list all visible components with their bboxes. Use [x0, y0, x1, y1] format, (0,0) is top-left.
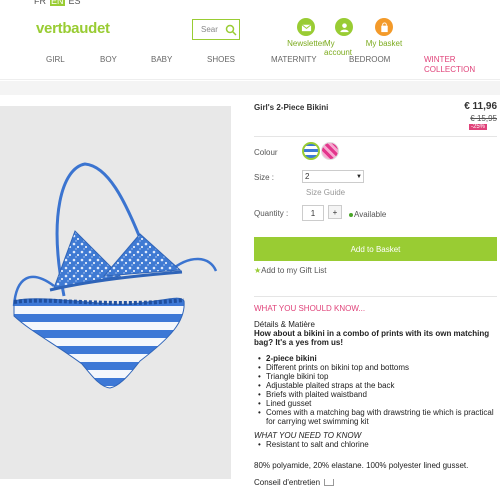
list-item: Triangle bikini top: [258, 372, 497, 381]
add-to-basket-button[interactable]: Add to Basket: [254, 237, 497, 261]
old-price: € 15,95: [470, 114, 497, 123]
search-icon[interactable]: [225, 24, 237, 36]
nav-item-shoes[interactable]: SHOES: [207, 55, 235, 65]
composition-text: 80% polyamide, 20% elastane. 100% polyes…: [254, 461, 469, 470]
quantity-field[interactable]: 1: [302, 205, 324, 221]
language-switcher: FR EN ES: [33, 0, 82, 6]
colour-label: Colour: [254, 148, 278, 157]
search-box: [192, 19, 240, 40]
size-guide-link[interactable]: Size Guide: [306, 188, 345, 197]
size-value: 2: [305, 172, 310, 181]
list-item: Adjustable plaited straps at the back: [258, 381, 497, 390]
nav-item-boy[interactable]: BOY: [100, 55, 117, 65]
list-item: Resistant to salt and chlorine: [258, 440, 497, 449]
feature-list: 2-piece bikini Different prints on bikin…: [254, 354, 497, 426]
product-price: € 11,96: [464, 101, 497, 112]
list-item: Different prints on bikini top and botto…: [258, 363, 497, 372]
product-image[interactable]: [0, 106, 231, 479]
nav-item-maternity[interactable]: MATERNITY: [271, 55, 317, 65]
quantity-label: Quantity :: [254, 209, 289, 218]
user-icon: [335, 18, 353, 36]
quantity-plus-button[interactable]: +: [328, 205, 342, 219]
nav-item-winter-collection[interactable]: WINTER COLLECTION: [424, 55, 484, 75]
gift-list-label: Add to my Gift List: [261, 266, 327, 275]
colour-swatch-blue[interactable]: [302, 142, 320, 160]
header-divider-band: [0, 81, 500, 95]
availability-status: Available: [349, 210, 386, 219]
nav-item-girl[interactable]: GIRL: [46, 55, 65, 65]
list-item: Lined gusset: [258, 399, 497, 408]
what-you-should-know-title: WHAT YOU SHOULD KNOW...: [254, 304, 366, 313]
care-advice: Conseil d'entretien: [254, 478, 497, 487]
product-title: Girl's 2-Piece Bikini: [254, 103, 329, 112]
size-select[interactable]: 2 ▼: [302, 170, 364, 183]
nav-item-baby[interactable]: BABY: [151, 55, 172, 65]
envelope-icon: [297, 18, 315, 36]
list-item: Briefs with plaited waistband: [258, 390, 497, 399]
availability-text: Available: [354, 210, 387, 219]
size-label: Size :: [254, 173, 275, 182]
nav-item-bedroom[interactable]: BEDROOM: [349, 55, 390, 65]
list-item: 2-piece bikini: [258, 354, 497, 363]
what-you-need-to-know-title: WHAT YOU NEED TO KNOW: [254, 431, 362, 440]
wash-tub-icon: [324, 479, 335, 486]
care-label: Conseil d'entretien: [254, 478, 321, 487]
need-to-know-list: Resistant to salt and chlorine: [254, 440, 497, 449]
details-heading: Détails & Matière: [254, 320, 315, 329]
lang-fr[interactable]: FR: [33, 0, 47, 6]
lang-es[interactable]: ES: [68, 0, 82, 6]
divider: [254, 136, 497, 137]
discount-badge: -25%: [468, 124, 487, 130]
chevron-down-icon: ▼: [356, 173, 362, 180]
lang-en[interactable]: EN: [50, 0, 65, 6]
divider: [254, 296, 497, 297]
site-logo[interactable]: vertbaudet: [36, 20, 110, 37]
basket-icon: [375, 18, 393, 36]
add-to-gift-list-link[interactable]: ★Add to my Gift List: [254, 266, 327, 275]
main-nav: GIRL BOY BABY SHOES MATERNITY BEDROOM WI…: [0, 50, 500, 80]
newsletter-label: Newsletter: [287, 39, 325, 48]
colour-swatch-pink[interactable]: [321, 142, 339, 160]
availability-dot-icon: [349, 212, 353, 217]
product-description: Détails & Matière How about a bikini in …: [254, 320, 497, 487]
search-input[interactable]: [193, 25, 223, 34]
list-item: Comes with a matching bag with drawstrin…: [258, 408, 497, 426]
my-basket-label: My basket: [365, 39, 403, 48]
description-intro: How about a bikini in a combo of prints …: [254, 329, 490, 347]
